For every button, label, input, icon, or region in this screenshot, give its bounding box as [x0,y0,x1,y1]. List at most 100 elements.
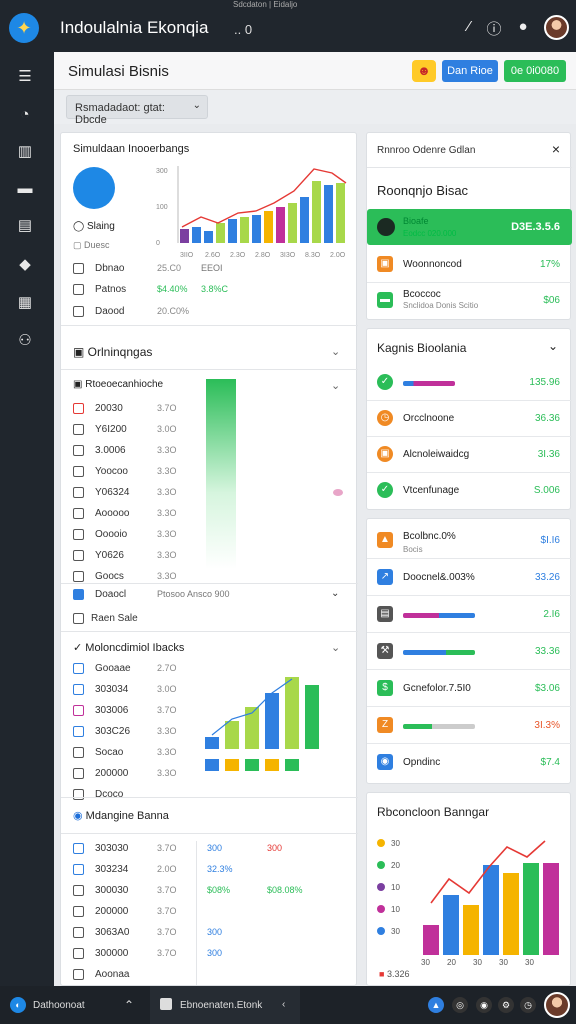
box-icon: ▣ [377,256,393,272]
chart-bar [503,873,519,955]
list-item[interactable]: ↗ Doocnel&.003% 33.26 [367,560,572,596]
chevron-down-icon[interactable]: ⌄ [331,379,340,392]
left-panel: Simuldaan Inooerbangs ◯ Slaing ▢ Duesc 3… [60,132,358,986]
table-row[interactable]: 303234 2.0O 32.3% [61,862,358,880]
legend-dot [377,839,385,847]
kpi-item[interactable]: ✓ Vtcenfunage S.006 [367,473,572,509]
user-icon[interactable]: ⚇ [14,330,36,352]
x-tick-label: 3IIO [180,252,194,259]
settings-icon[interactable]: ⚙ [498,997,514,1013]
x-tick-label: 2.3O [230,252,246,259]
table-row[interactable]: 300000 3.7O 300 [61,946,358,964]
ordinances-title[interactable]: ▣ Orlninqngas [73,345,152,359]
window-caption: Sdcdaton | Eidaljo [233,0,298,9]
status-icon: ▣ [377,446,393,462]
notification-icon[interactable]: ● [514,18,532,35]
table-row[interactable]: Daood 20.C0% [61,304,358,322]
sub-section-title[interactable]: ▣ Rtoeoecanhioche [73,379,163,390]
taskbar-start-label[interactable]: Dathoonoat [33,1000,85,1011]
x-tick-label: 8.3O [305,252,321,259]
pie-chart [73,167,115,209]
filter-select-value: Rsmadadaot: gtat: Dbcde [75,102,165,126]
list-item[interactable]: ⚒ 33.36 [367,634,572,670]
clock-icon[interactable]: ◷ [520,997,536,1013]
network-icon[interactable]: ▲ [428,997,444,1013]
info-icon[interactable]: ⓘ [485,18,503,39]
chevron-down-icon[interactable]: ⌄ [548,339,558,353]
list-item[interactable]: Raen Sale [61,611,358,629]
list-item[interactable]: ▲ Bcolbnc.0% Bocis $I.I6 [367,523,572,559]
card-title: Simuldaan Inooerbangs [73,143,190,155]
table-row[interactable]: 200000 3.7O [61,904,358,922]
list-icon: Z [377,717,393,733]
table-row[interactable]: 300030 3.7O $08% $08.08% [61,883,358,901]
page-title: Simulasi Bisnis [68,63,169,80]
start-icon[interactable]: ◐ [10,997,26,1013]
secondary-button[interactable]: 0e 0i0080 [504,60,566,82]
app-title: Indoulalnia Ekonqia [60,18,209,37]
close-icon[interactable]: × [552,141,560,157]
y-tick-label: 30 [391,839,400,848]
list-item[interactable]: Doaocl Ptosoo Ansco 900 ⌄ [61,587,358,605]
taskbar-avatar[interactable] [544,992,570,1018]
chart-icon[interactable]: ▦ [14,292,36,314]
y-tick-label: 10 [391,905,400,914]
table-row[interactable]: 303030 3.7O 300 300 [61,841,358,859]
trading-section-title[interactable]: ◉ Mdangine Banna [73,809,169,822]
business-item[interactable]: ▬ Bcoccoc Snclidoa Donis Scitio $06 [367,283,572,319]
selected-business-item[interactable]: Bioafe Eodcc 020.000 D3E.3.5.6 [367,209,572,245]
list-icon: ▲ [377,532,393,548]
mini-bar [204,231,213,243]
status-icon: ✓ [377,482,393,498]
user-avatar[interactable] [544,15,569,40]
list-item[interactable]: ◉ Opndinc $7.4 [367,745,572,781]
panels-icon[interactable]: ▥ [14,141,36,163]
market-section-title[interactable]: ✓ Moloncdimiol Ibacks [73,641,184,654]
x-tick-label: 2.6O [205,252,221,259]
list-item[interactable]: ▤ 2.I6 [367,597,572,633]
list-item[interactable]: $ Gcnefolor.7.5I0 $3.06 [367,671,572,707]
y-tick-label: 20 [391,861,400,870]
table-row[interactable]: 3063A0 3.7O 300 [61,925,358,943]
avatar [377,218,395,236]
battery-icon[interactable]: ◉ [476,997,492,1013]
dashboard-icon[interactable]: ◔ [14,104,36,126]
tag-icon[interactable]: ◆ [14,254,36,276]
taskbar: ◐ Dathoonoat ⌃ Ebnoenaten.Etonk ‹ ▲ ◎ ◉ … [0,986,576,1024]
chevron-down-icon[interactable]: ⌄ [331,345,340,358]
filter-select[interactable]: Rsmadadaot: gtat: Dbcde ⌄ [66,95,208,126]
home-icon[interactable]: ☰ [14,66,36,88]
business-item[interactable]: ▣ Woonnoncod 17% [367,247,572,283]
chart-bar [543,863,559,955]
kpi-item[interactable]: ◷ Orcclnoone 36.36 [367,401,572,437]
page-header: Simulasi Bisnis ☻ Dan Rioe 0e 0i0080 [54,52,576,90]
kpi-item[interactable]: ✓ 135.96 [367,365,572,401]
y-tick-label: 30 [391,927,400,936]
mini-bar [312,181,321,243]
mini-bar [180,229,189,243]
kpi-item[interactable]: ▣ Alcnoleiwaidcg 3I.36 [367,437,572,473]
legend-dot [377,883,385,891]
document-icon[interactable]: ▤ [14,215,36,237]
x-tick-label: 2.0O [330,252,346,259]
panel-title: Roonqnjo Bisac [377,183,469,198]
table-row[interactable]: Aoonaa [61,967,358,985]
chevron-down-icon[interactable]: ⌄ [331,641,340,654]
taskbar-window[interactable]: Ebnoenaten.Etonk ‹ [150,986,300,1024]
table-row[interactable]: Dbnao 25.C0 EEOI [61,261,358,279]
table-row[interactable]: Dcoco [61,787,358,805]
primary-button[interactable]: Dan Rioe [442,60,498,82]
chevron-up-icon[interactable]: ⌃ [124,998,134,1012]
status-icon: ✓ [377,374,393,390]
pen-icon[interactable]: ⁄ [460,18,478,35]
table-row[interactable]: Goocs 3.3O [61,569,358,587]
mascot-icon[interactable]: ☻ [412,60,436,82]
list-item[interactable]: Z 3I.3% [367,708,572,744]
table-row[interactable]: Patnos $4.40% 3.8%C [61,282,358,300]
status-icon: ◷ [377,410,393,426]
folder-icon[interactable]: ▬ [14,178,36,200]
mini-chart: 300 100 0 3IIO 2.6O 2.3O 2.8O 3I3O 8.3O 2.0O [156,166,347,259]
progress-column [206,379,236,569]
volume-icon[interactable]: ◎ [452,997,468,1013]
mini-bar [324,185,333,243]
